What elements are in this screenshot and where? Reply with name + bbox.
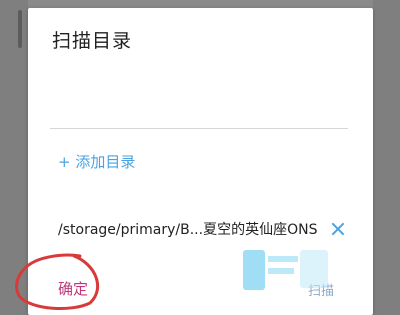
background-app-edge	[18, 10, 22, 48]
backdrop-right	[373, 0, 400, 315]
backdrop-top	[0, 0, 400, 8]
divider	[50, 128, 348, 129]
close-icon[interactable]	[328, 219, 348, 239]
scan-button[interactable]: 扫描	[308, 280, 334, 299]
add-directory-button[interactable]: + 添加目录	[58, 151, 135, 172]
dialog-title: 扫描目录	[52, 30, 133, 52]
directory-list-item: /storage/primary/B...夏空的英仙座ONS	[58, 218, 348, 240]
confirm-button[interactable]: 确定	[58, 278, 88, 299]
scan-directories-dialog: 扫描目录 + 添加目录 /storage/primary/B...夏空的英仙座O…	[28, 8, 373, 315]
backdrop-left	[0, 0, 28, 315]
directory-path: /storage/primary/B...夏空的英仙座ONS	[58, 222, 318, 238]
